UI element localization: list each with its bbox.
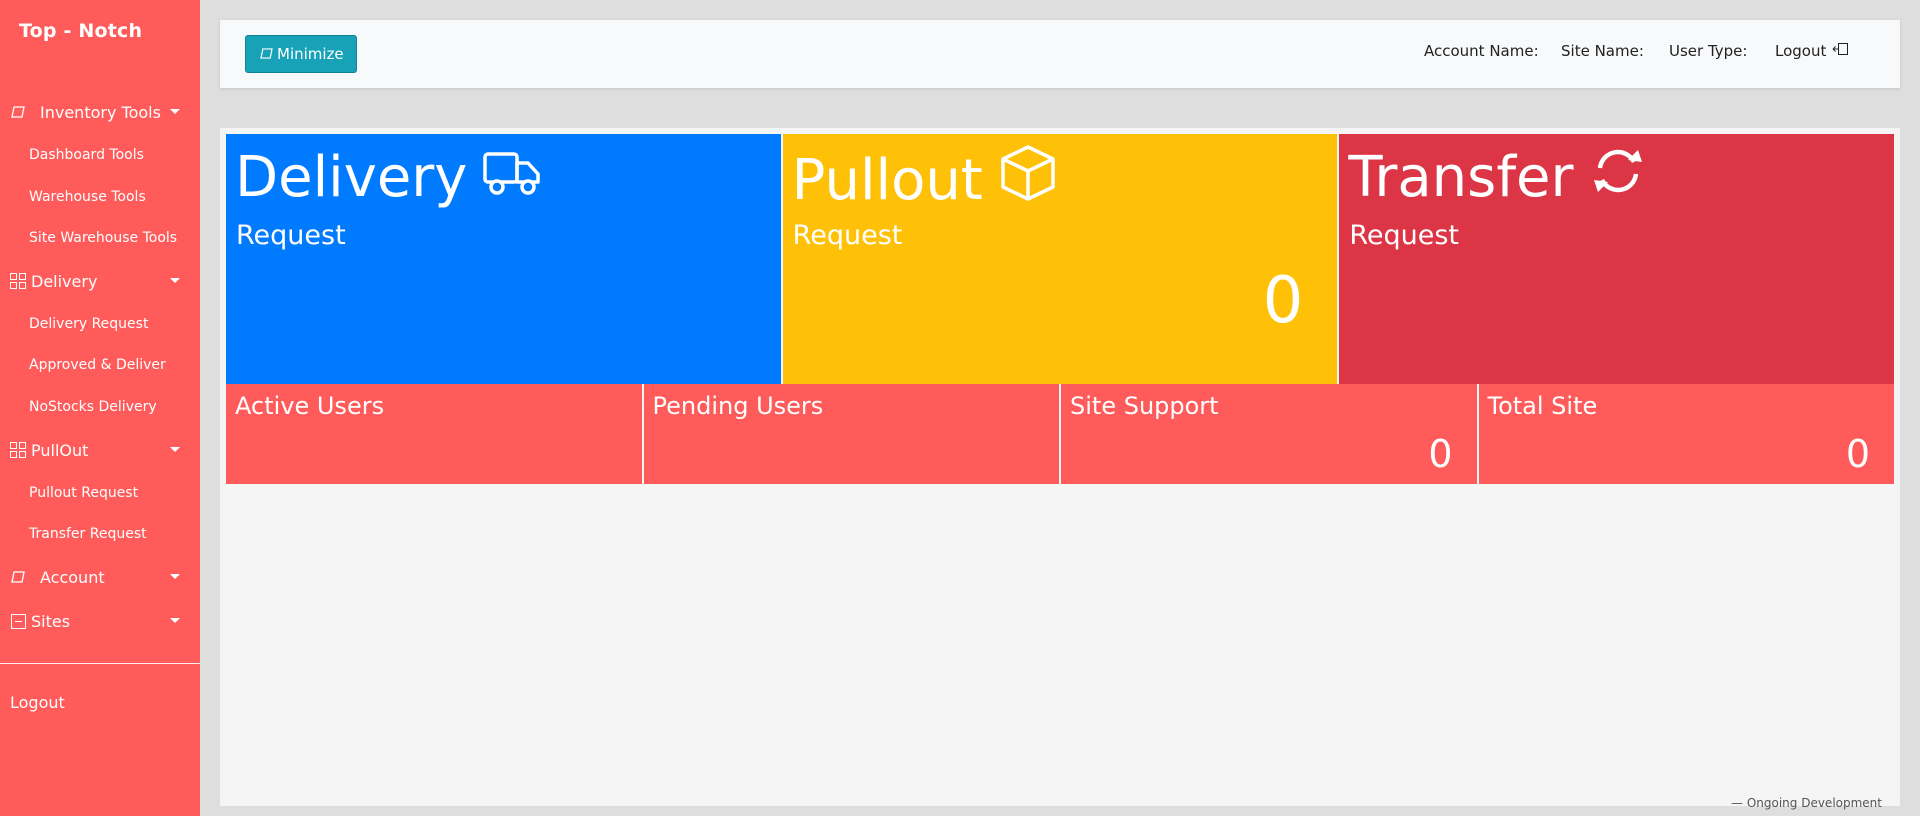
sidebar-item-approved-deliver[interactable]: Approved & Deliver (29, 357, 166, 373)
card-title: Delivery (235, 145, 468, 210)
card-title-row: Delivery (235, 144, 541, 212)
sidebar-item-transfer-request[interactable]: Transfer Request (29, 526, 147, 542)
truck-icon (483, 144, 541, 212)
pullout-request-card[interactable]: Pullout Request 0 (782, 134, 1338, 384)
sidebar-group-sites[interactable]: Sites (0, 606, 200, 636)
grid-icon (10, 442, 26, 458)
box-icon (999, 144, 1057, 218)
minimize-label: Minimize (277, 45, 344, 63)
sidebar-group-label: Sites (31, 611, 71, 631)
sidebar-item-pullout-request[interactable]: Pullout Request (29, 485, 138, 501)
card-subtitle: Request (236, 220, 346, 251)
sidebar-logout-link[interactable]: Logout (10, 693, 65, 712)
card-title: Pullout (791, 148, 983, 213)
transfer-request-card[interactable]: Transfer Request (1339, 134, 1895, 384)
sidebar-item-dashboard-tools[interactable]: Dashboard Tools (29, 147, 144, 163)
tablet-icon (260, 45, 273, 63)
window-icon (10, 613, 26, 629)
sidebar-group-label: Delivery (31, 271, 98, 291)
sidebar-group-label: PullOut (31, 440, 89, 460)
caret-down-icon (170, 618, 180, 623)
sidebar-group-label: Account (40, 567, 105, 587)
stat-label: Total Site (1487, 392, 1598, 420)
sidebar-group-account[interactable]: Account (0, 562, 200, 592)
sidebar-item-site-warehouse-tools[interactable]: Site Warehouse Tools (29, 230, 177, 246)
footer-note: — Ongoing Development (1731, 796, 1882, 810)
account-name-label: Account Name: (1424, 42, 1539, 60)
sidebar-group-inventory-tools[interactable]: Inventory Tools (0, 97, 200, 127)
logout-label: Logout (1775, 42, 1827, 60)
sidebar: Top - Notch Inventory Tools Dashboard To… (0, 0, 200, 816)
caret-down-icon (170, 109, 180, 114)
brand-title: Top - Notch (19, 20, 143, 42)
stats-row: Active Users Pending Users Site Support … (226, 384, 1894, 484)
sync-icon (1590, 144, 1646, 212)
sidebar-group-label: Inventory Tools (40, 102, 161, 122)
sidebar-group-pullout[interactable]: PullOut (0, 435, 200, 465)
stat-label: Active Users (235, 392, 385, 420)
active-users-stat[interactable]: Active Users (226, 384, 642, 484)
stat-label: Site Support (1070, 392, 1219, 420)
caret-down-icon (170, 574, 180, 579)
minimize-button[interactable]: Minimize (245, 35, 357, 73)
sidebar-item-delivery-request[interactable]: Delivery Request (29, 316, 148, 332)
pending-users-stat[interactable]: Pending Users (643, 384, 1059, 484)
sidebar-item-warehouse-tools[interactable]: Warehouse Tools (29, 189, 146, 205)
user-type-label: User Type: (1669, 42, 1748, 60)
site-support-stat[interactable]: Site Support 0 (1061, 384, 1477, 484)
tablet-icon (10, 569, 26, 585)
stat-label: Pending Users (652, 392, 824, 420)
logout-link[interactable]: Logout (1775, 42, 1849, 60)
logout-icon (1832, 42, 1849, 60)
caret-down-icon (170, 278, 180, 283)
sidebar-item-nostocks-delivery[interactable]: NoStocks Delivery (29, 399, 157, 415)
caret-down-icon (170, 447, 180, 452)
card-count: 0 (1262, 264, 1304, 338)
card-subtitle: Request (792, 220, 903, 251)
dashboard-content: Delivery Request Pullout Request 0 Trans… (220, 128, 1900, 810)
stat-value: 0 (1428, 432, 1453, 476)
card-title-row: Transfer (1348, 144, 1645, 212)
stat-value: 0 (1845, 432, 1870, 476)
top-navbar: Minimize Account Name: Site Name: User T… (220, 20, 1900, 88)
sidebar-group-delivery[interactable]: Delivery (0, 266, 200, 296)
site-name-label: Site Name: (1561, 42, 1644, 60)
card-title-row: Pullout (792, 144, 1057, 218)
total-site-stat[interactable]: Total Site 0 (1478, 384, 1894, 484)
delivery-request-card[interactable]: Delivery Request (226, 134, 781, 384)
request-cards: Delivery Request Pullout Request 0 Trans… (226, 134, 1895, 384)
card-subtitle: Request (1349, 220, 1460, 251)
grid-icon (10, 273, 26, 289)
sidebar-divider (0, 663, 200, 664)
card-title: Transfer (1348, 145, 1574, 210)
tablet-icon (10, 104, 26, 120)
